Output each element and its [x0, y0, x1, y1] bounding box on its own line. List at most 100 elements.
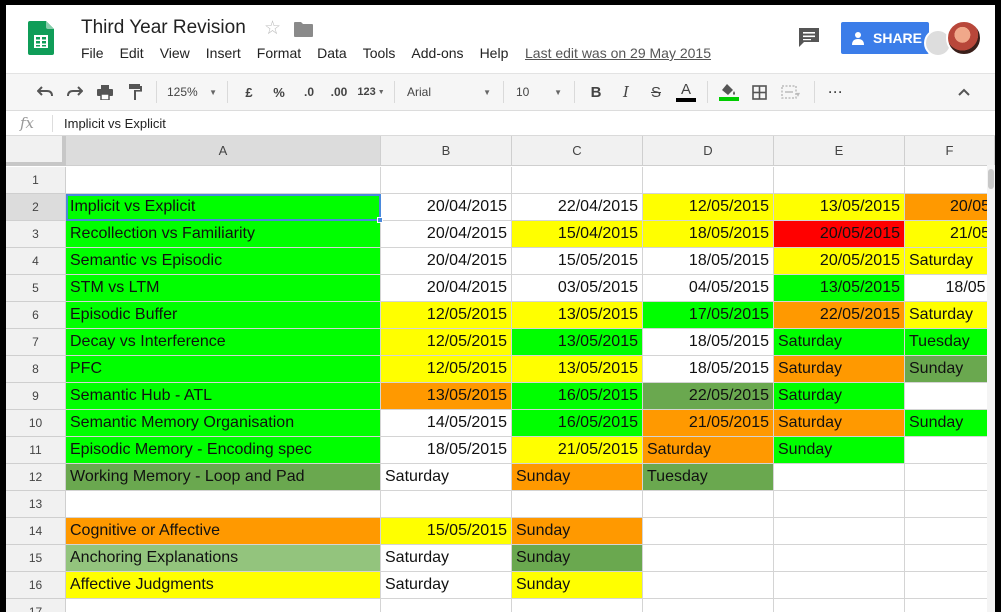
- menu-tools[interactable]: Tools: [363, 45, 396, 61]
- decrease-decimal-button[interactable]: .0: [294, 79, 324, 105]
- cell-c14[interactable]: Sunday: [512, 518, 643, 545]
- cell-a10[interactable]: Semantic Memory Organisation: [66, 410, 381, 437]
- cell-e15[interactable]: [774, 545, 905, 572]
- collapse-toolbar-icon[interactable]: [949, 79, 979, 105]
- borders-icon[interactable]: [744, 79, 774, 105]
- cell-d16[interactable]: [643, 572, 774, 599]
- cell-a8[interactable]: PFC: [66, 356, 381, 383]
- cell-f12[interactable]: [905, 464, 995, 491]
- cell-f4[interactable]: Saturday: [905, 248, 995, 275]
- cell-e8[interactable]: Saturday: [774, 356, 905, 383]
- cell-a13[interactable]: [66, 491, 381, 518]
- cell-f7[interactable]: Tuesday: [905, 329, 995, 356]
- cell-d7[interactable]: 18/05/2015: [643, 329, 774, 356]
- cell-e16[interactable]: [774, 572, 905, 599]
- row-header-9[interactable]: 9: [6, 383, 66, 410]
- cell-e9[interactable]: Saturday: [774, 383, 905, 410]
- cell-e2[interactable]: 13/05/2015: [774, 194, 905, 221]
- cell-f15[interactable]: [905, 545, 995, 572]
- row-header-1[interactable]: 1: [6, 167, 66, 194]
- menu-view[interactable]: View: [160, 45, 190, 61]
- row-header-6[interactable]: 6: [6, 302, 66, 329]
- cell-b4[interactable]: 20/04/2015: [381, 248, 512, 275]
- share-button[interactable]: SHARE: [841, 22, 929, 54]
- star-icon[interactable]: ☆: [264, 17, 281, 40]
- cell-e5[interactable]: 13/05/2015: [774, 275, 905, 302]
- cell-e13[interactable]: [774, 491, 905, 518]
- increase-decimal-button[interactable]: .00: [324, 79, 354, 105]
- cell-b10[interactable]: 14/05/2015: [381, 410, 512, 437]
- cell-d5[interactable]: 04/05/2015: [643, 275, 774, 302]
- cell-e12[interactable]: [774, 464, 905, 491]
- cell-a14[interactable]: Cognitive or Affective: [66, 518, 381, 545]
- redo-icon[interactable]: [60, 79, 90, 105]
- cell-c16[interactable]: Sunday: [512, 572, 643, 599]
- row-header-16[interactable]: 16: [6, 572, 66, 599]
- cell-e7[interactable]: Saturday: [774, 329, 905, 356]
- font-size-select[interactable]: 10 ▼: [510, 79, 568, 105]
- formula-input[interactable]: Implicit vs Explicit: [64, 116, 166, 131]
- cell-d3[interactable]: 18/05/2015: [643, 221, 774, 248]
- menu-format[interactable]: Format: [257, 45, 301, 61]
- italic-button[interactable]: I: [611, 79, 641, 105]
- cell-d4[interactable]: 18/05/2015: [643, 248, 774, 275]
- cell-c4[interactable]: 15/05/2015: [512, 248, 643, 275]
- row-header-12[interactable]: 12: [6, 464, 66, 491]
- column-header-c[interactable]: C: [512, 136, 643, 166]
- cell-b15[interactable]: Saturday: [381, 545, 512, 572]
- menu-addons[interactable]: Add-ons: [411, 45, 463, 61]
- cell-b14[interactable]: 15/05/2015: [381, 518, 512, 545]
- cell-d12[interactable]: Tuesday: [643, 464, 774, 491]
- cell-d6[interactable]: 17/05/2015: [643, 302, 774, 329]
- cell-b8[interactable]: 12/05/2015: [381, 356, 512, 383]
- cell-c11[interactable]: 21/05/2015: [512, 437, 643, 464]
- cell-e17[interactable]: [774, 599, 905, 612]
- document-title[interactable]: Third Year Revision: [81, 17, 246, 39]
- fill-color-button[interactable]: [714, 79, 744, 105]
- cell-f1[interactable]: [905, 167, 995, 194]
- cell-b17[interactable]: [381, 599, 512, 612]
- cell-f3[interactable]: 21/05: [905, 221, 995, 248]
- column-header-d[interactable]: D: [643, 136, 774, 166]
- cell-d11[interactable]: Saturday: [643, 437, 774, 464]
- print-icon[interactable]: [90, 79, 120, 105]
- row-header-4[interactable]: 4: [6, 248, 66, 275]
- cell-d10[interactable]: 21/05/2015: [643, 410, 774, 437]
- row-header-11[interactable]: 11: [6, 437, 66, 464]
- cell-a4[interactable]: Semantic vs Episodic: [66, 248, 381, 275]
- cell-d2[interactable]: 12/05/2015: [643, 194, 774, 221]
- row-header-8[interactable]: 8: [6, 356, 66, 383]
- font-family-select[interactable]: Arial ▼: [401, 79, 497, 105]
- last-edit-link[interactable]: Last edit was on 29 May 2015: [525, 45, 711, 61]
- more-options-button[interactable]: ···: [821, 79, 851, 105]
- cell-a17[interactable]: [66, 599, 381, 612]
- fill-handle[interactable]: [377, 217, 383, 223]
- cell-b9[interactable]: 13/05/2015: [381, 383, 512, 410]
- cell-b13[interactable]: [381, 491, 512, 518]
- cell-b5[interactable]: 20/04/2015: [381, 275, 512, 302]
- column-header-a[interactable]: A: [66, 136, 381, 166]
- cell-a1[interactable]: [66, 167, 381, 194]
- cell-c8[interactable]: 13/05/2015: [512, 356, 643, 383]
- menu-file[interactable]: File: [81, 45, 104, 61]
- cell-e14[interactable]: [774, 518, 905, 545]
- cell-a16[interactable]: Affective Judgments: [66, 572, 381, 599]
- cell-c13[interactable]: [512, 491, 643, 518]
- cell-a12[interactable]: Working Memory - Loop and Pad: [66, 464, 381, 491]
- cell-e4[interactable]: 20/05/2015: [774, 248, 905, 275]
- merge-cells-icon[interactable]: ▾: [774, 79, 808, 105]
- cell-b6[interactable]: 12/05/2015: [381, 302, 512, 329]
- cell-a6[interactable]: Episodic Buffer: [66, 302, 381, 329]
- row-header-14[interactable]: 14: [6, 518, 66, 545]
- cell-a7[interactable]: Decay vs Interference: [66, 329, 381, 356]
- cell-f17[interactable]: [905, 599, 995, 612]
- cell-d9[interactable]: 22/05/2015: [643, 383, 774, 410]
- cell-b16[interactable]: Saturday: [381, 572, 512, 599]
- cell-a5[interactable]: STM vs LTM: [66, 275, 381, 302]
- user-avatar[interactable]: [946, 20, 982, 56]
- cell-f10[interactable]: Sunday: [905, 410, 995, 437]
- cell-f8[interactable]: Sunday: [905, 356, 995, 383]
- cell-d8[interactable]: 18/05/2015: [643, 356, 774, 383]
- strikethrough-button[interactable]: S: [641, 79, 671, 105]
- text-color-button[interactable]: A: [671, 79, 701, 105]
